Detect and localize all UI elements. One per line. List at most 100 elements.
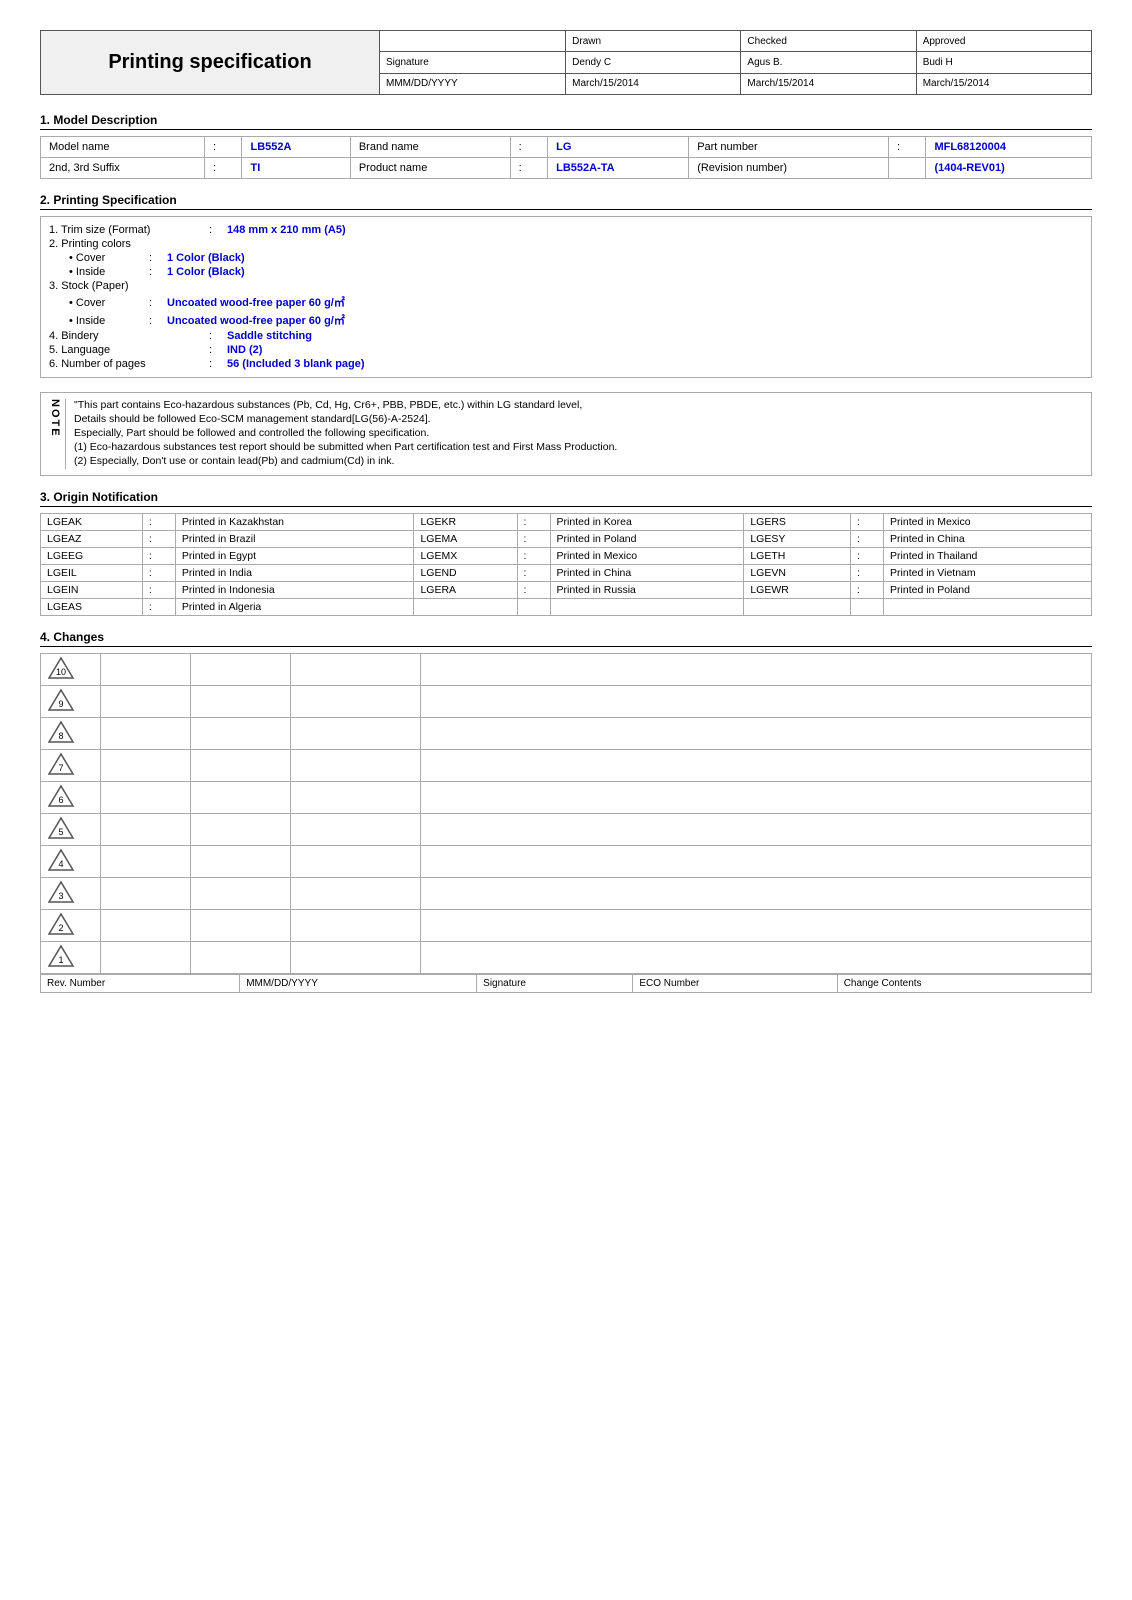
origin-country: Printed in Poland xyxy=(550,531,744,548)
origin-country: Printed in Algeria xyxy=(175,599,414,616)
origin-colon: : xyxy=(851,582,884,599)
colon-4: : xyxy=(204,158,242,179)
revision-triangle-icon: 7 xyxy=(47,752,75,776)
section3-title: 3. Origin Notification xyxy=(40,490,1092,507)
note-content: "This part contains Eco-hazardous substa… xyxy=(74,399,1083,469)
model-name-label: Model name xyxy=(41,137,205,158)
note-item-3: Especially, Part should be followed and … xyxy=(74,427,1083,439)
svg-text:5: 5 xyxy=(58,827,63,837)
origin-country xyxy=(884,599,1092,616)
revision-triangle-icon: 9 xyxy=(47,688,75,712)
model-name-value: LB552A xyxy=(242,137,350,158)
origin-code: LGEMA xyxy=(414,531,517,548)
drawn-label: Drawn xyxy=(566,31,741,52)
svg-text:3: 3 xyxy=(58,891,63,901)
origin-colon: : xyxy=(142,531,175,548)
svg-text:2: 2 xyxy=(58,923,63,933)
footer-contents-label: Change Contents xyxy=(837,975,1091,993)
origin-country: Printed in Korea xyxy=(550,514,744,531)
suffix-label: 2nd, 3rd Suffix xyxy=(41,158,205,179)
notes-box: NOTE "This part contains Eco-hazardous s… xyxy=(40,392,1092,476)
origin-colon: : xyxy=(851,565,884,582)
bindery-row: 4. Bindery : Saddle stitching xyxy=(49,329,1083,343)
origin-country xyxy=(550,599,744,616)
origin-colon xyxy=(517,599,550,616)
changes-table: 10 9 8 xyxy=(40,653,1092,974)
trim-size-row: 1. Trim size (Format) : 148 mm x 210 mm … xyxy=(49,223,1083,237)
revision-triangle-icon: 5 xyxy=(47,816,75,840)
origin-colon: : xyxy=(142,514,175,531)
table-row: LGEAK : Printed in Kazakhstan LGEKR : Pr… xyxy=(41,514,1092,531)
svg-text:1: 1 xyxy=(58,955,63,965)
revision-triangle-icon: 4 xyxy=(47,848,75,872)
change-row-10: 10 xyxy=(41,654,1092,686)
origin-code: LGERS xyxy=(744,514,851,531)
origin-colon: : xyxy=(851,514,884,531)
colon-6 xyxy=(888,158,926,179)
colon-1: : xyxy=(204,137,242,158)
checked-label: Checked xyxy=(741,31,916,52)
part-number-value: MFL68120004 xyxy=(926,137,1092,158)
section4-title: 4. Changes xyxy=(40,630,1092,647)
table-row: LGEIL : Printed in India LGEND : Printed… xyxy=(41,565,1092,582)
change-row-1: 1 xyxy=(41,942,1092,974)
change-row-6: 6 xyxy=(41,782,1092,814)
language-row: 5. Language : IND (2) xyxy=(49,343,1083,357)
table-row: LGEAZ : Printed in Brazil LGEMA : Printe… xyxy=(41,531,1092,548)
origin-code: LGEVN xyxy=(744,565,851,582)
footer-rev-label: Rev. Number xyxy=(41,975,240,993)
origin-code: LGEND xyxy=(414,565,517,582)
origin-code: LGEEG xyxy=(41,548,143,565)
signature-label: Signature xyxy=(380,52,566,73)
origin-colon: : xyxy=(142,599,175,616)
checked-signature: Agus B. xyxy=(741,52,916,73)
revision-label: (Revision number) xyxy=(689,158,889,179)
origin-code: LGERA xyxy=(414,582,517,599)
svg-text:9: 9 xyxy=(58,699,63,709)
revision-triangle-icon: 10 xyxy=(47,656,75,680)
origin-code: LGEMX xyxy=(414,548,517,565)
note-side-label: NOTE xyxy=(49,399,66,469)
note-item-2: Details should be followed Eco-SCM manag… xyxy=(74,413,1083,425)
origin-country: Printed in China xyxy=(550,565,744,582)
revision-number-cell: 7 xyxy=(41,750,101,782)
change-row-7: 7 xyxy=(41,750,1092,782)
origin-country: Printed in India xyxy=(175,565,414,582)
change-date xyxy=(101,654,191,686)
origin-code: LGESY xyxy=(744,531,851,548)
printing-colors-row: 2. Printing colors xyxy=(49,237,1083,251)
origin-code: LGEIN xyxy=(41,582,143,599)
change-row-2: 2 xyxy=(41,910,1092,942)
note-item-1: "This part contains Eco-hazardous substa… xyxy=(74,399,1083,411)
change-signature xyxy=(191,654,291,686)
section1-title: 1. Model Description xyxy=(40,113,1092,130)
colon-2: : xyxy=(510,137,548,158)
drawn-date: March/15/2014 xyxy=(566,73,741,94)
origin-colon: : xyxy=(517,514,550,531)
revision-number-cell: 10 xyxy=(41,654,101,686)
change-row-9: 9 xyxy=(41,686,1092,718)
origin-code xyxy=(744,599,851,616)
table-row: LGEIN : Printed in Indonesia LGERA : Pri… xyxy=(41,582,1092,599)
origin-country: Printed in Egypt xyxy=(175,548,414,565)
origin-colon: : xyxy=(517,565,550,582)
stock-row: 3. Stock (Paper) xyxy=(49,279,1083,293)
origin-colon: : xyxy=(142,565,175,582)
cover-stock-row: • Cover : Uncoated wood-free paper 60 g/… xyxy=(49,293,1083,311)
svg-text:4: 4 xyxy=(58,859,63,869)
change-row-8: 8 xyxy=(41,718,1092,750)
approved-label: Approved xyxy=(916,31,1091,52)
note-item-4: (1) Eco-hazardous substances test report… xyxy=(74,441,1083,453)
revision-number-cell: 2 xyxy=(41,910,101,942)
revision-number-cell: 5 xyxy=(41,814,101,846)
origin-country: Printed in Brazil xyxy=(175,531,414,548)
inside-stock-row: • Inside : Uncoated wood-free paper 60 g… xyxy=(49,311,1083,329)
header-approval-table: Drawn Checked Approved Signature Dendy C… xyxy=(379,30,1092,95)
product-name-value: LB552A-TA xyxy=(548,158,689,179)
approved-date: March/15/2014 xyxy=(916,73,1091,94)
changes-footer-table: Rev. Number MMM/DD/YYYY Signature ECO Nu… xyxy=(40,974,1092,993)
date-label: MMM/DD/YYYY xyxy=(380,73,566,94)
origin-country: Printed in Vietnam xyxy=(884,565,1092,582)
revision-number-cell: 4 xyxy=(41,846,101,878)
product-name-label: Product name xyxy=(350,158,510,179)
